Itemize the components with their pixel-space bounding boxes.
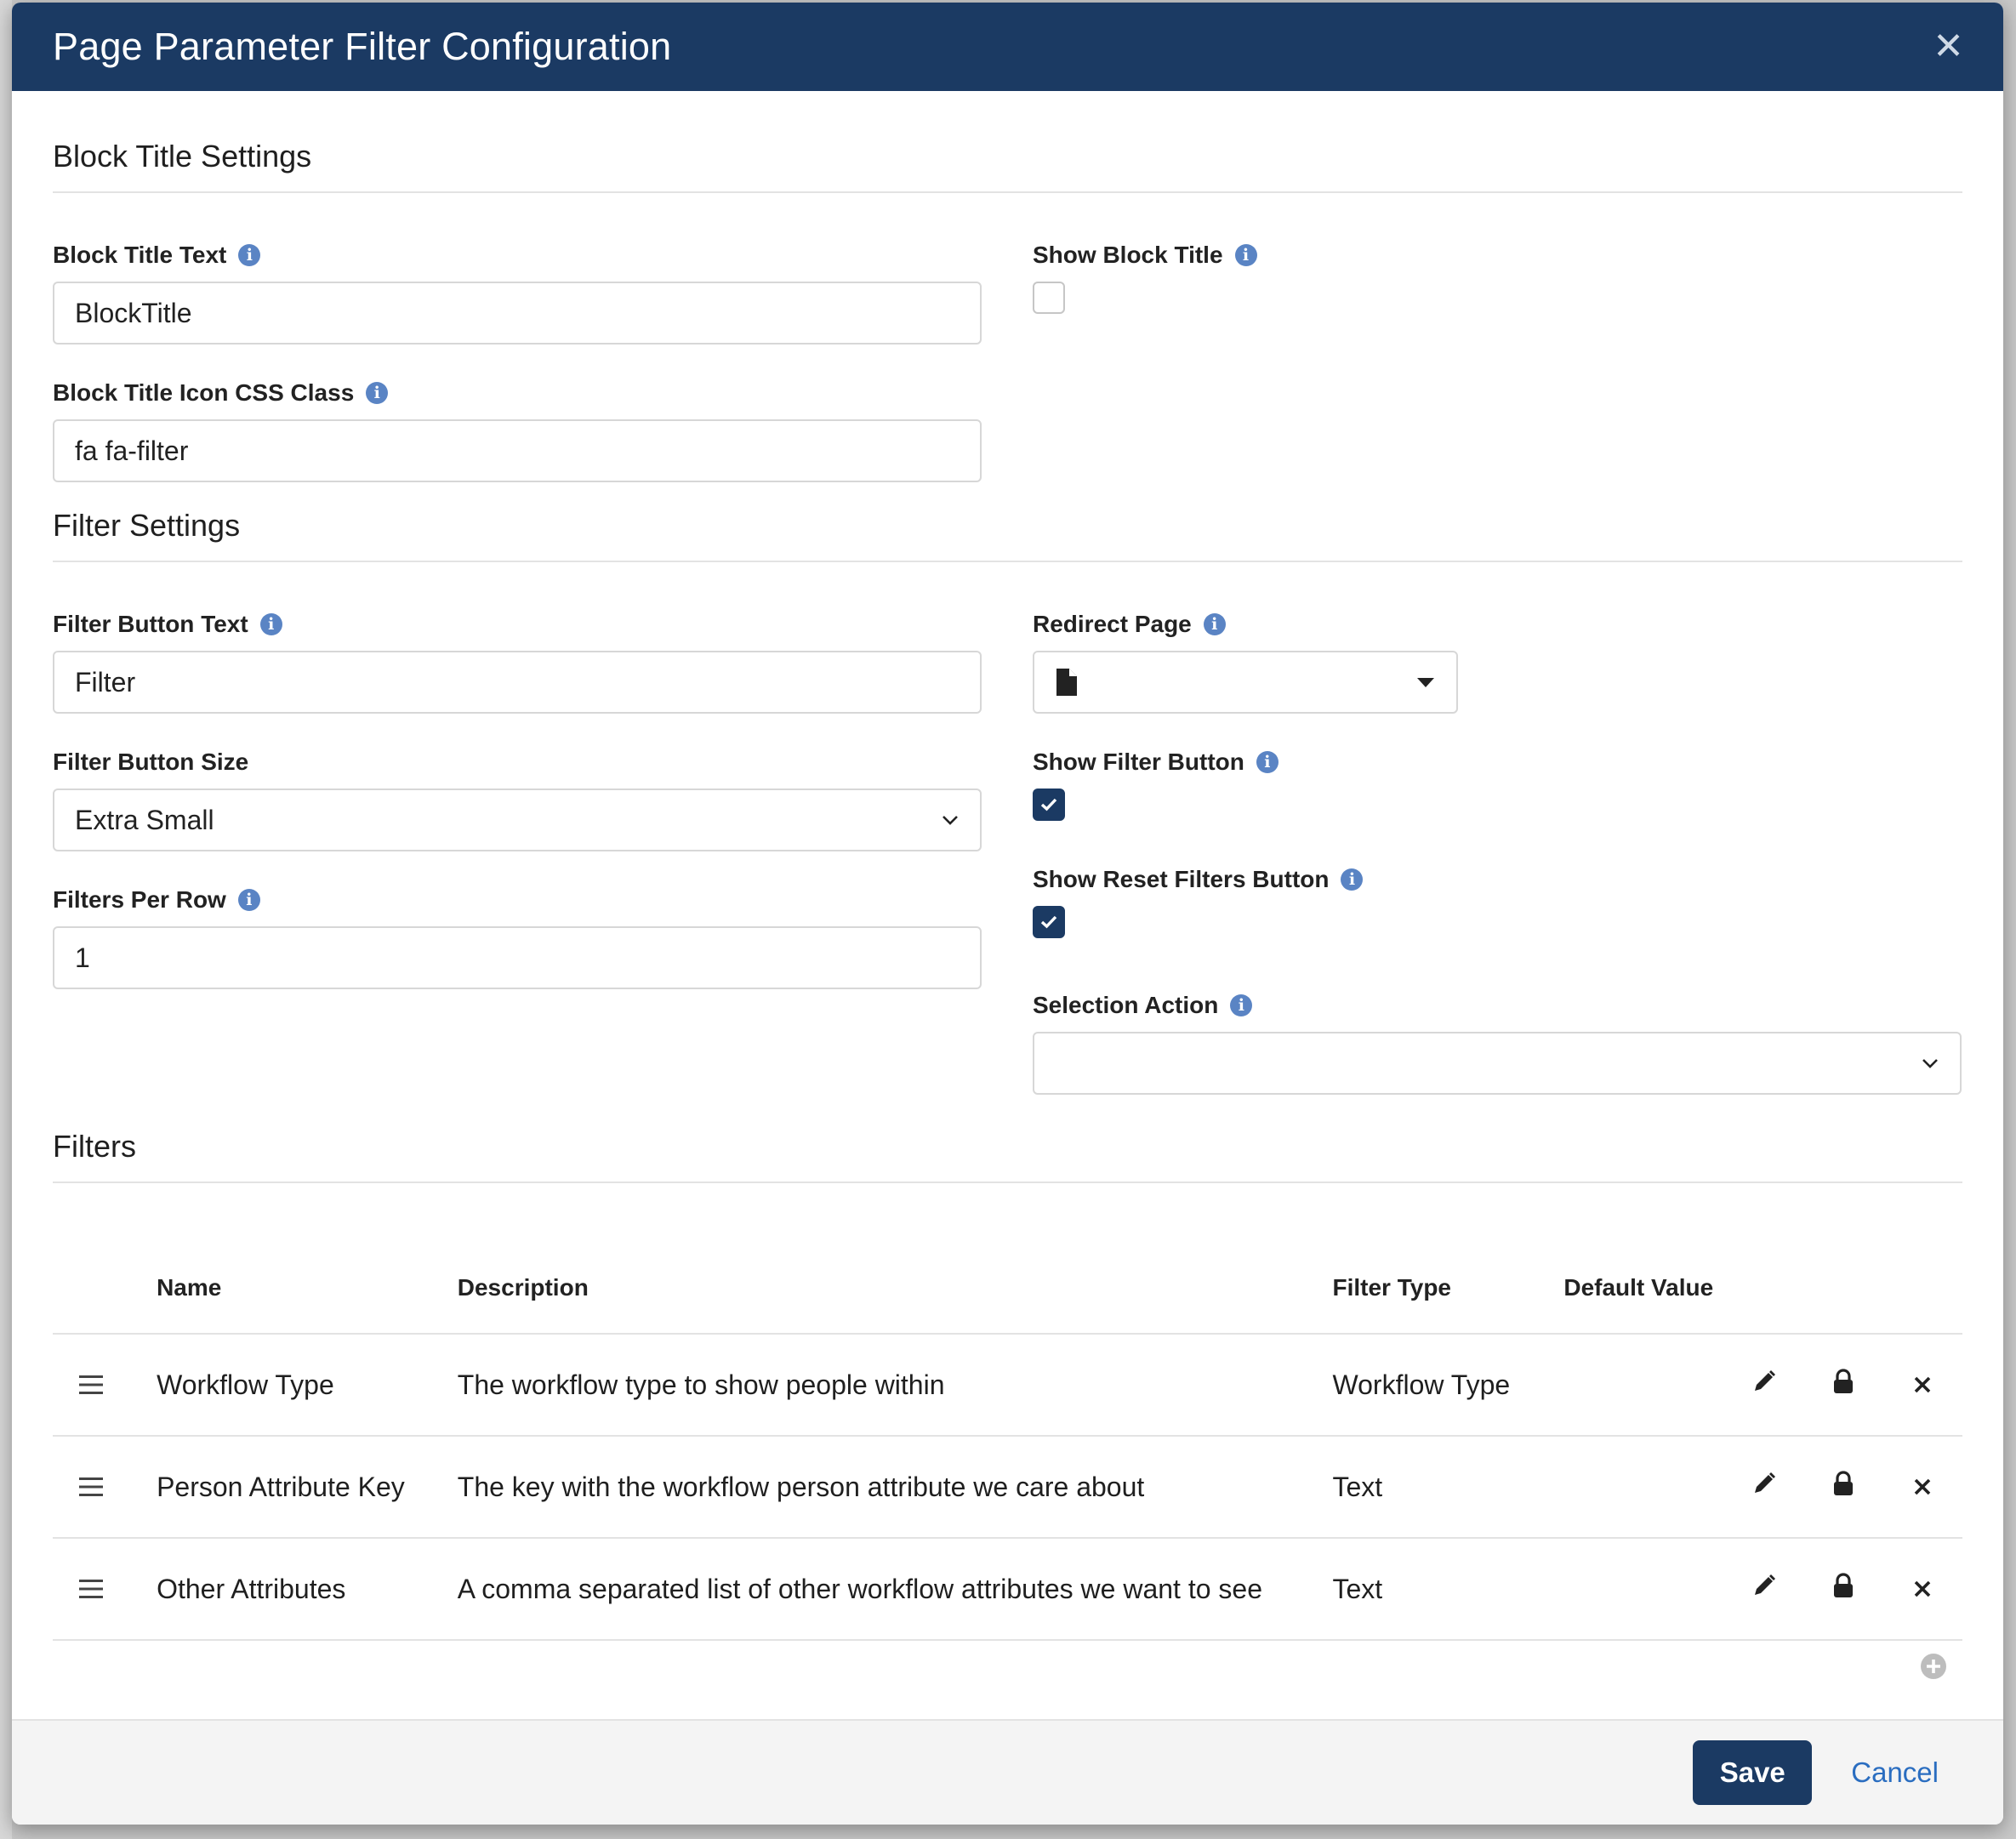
- filter-button-text-field: Filter Button Text i Filter: [53, 610, 982, 714]
- filters-per-row-input[interactable]: 1: [53, 926, 982, 989]
- info-icon[interactable]: i: [366, 382, 389, 404]
- modal-title: Page Parameter Filter Configuration: [53, 25, 672, 68]
- filters-table: Name Description Filter Type Default Val…: [53, 1243, 1962, 1641]
- delete-icon[interactable]: [1913, 1477, 1932, 1496]
- section-title-filters: Filters: [53, 1095, 1962, 1183]
- info-icon[interactable]: i: [1203, 613, 1226, 635]
- row-description: The key with the workflow person attribu…: [456, 1436, 1332, 1539]
- show-reset-label: Show Reset Filters Button: [1033, 866, 1330, 892]
- filters-per-row-field: Filters Per Row i 1: [53, 885, 982, 989]
- block-title-icon-field: Block Title Icon CSS Class i fa fa-filter: [53, 379, 982, 482]
- show-reset-checkbox[interactable]: [1033, 906, 1065, 938]
- row-name: Person Attribute Key: [156, 1436, 457, 1539]
- block-title-text-label: Block Title Text: [53, 242, 227, 268]
- info-icon[interactable]: i: [1256, 751, 1279, 773]
- show-block-title-field: Show Block Title i: [1033, 241, 1962, 314]
- row-default-value: [1563, 1538, 1725, 1641]
- col-header-description: Description: [456, 1243, 1332, 1335]
- lock-icon[interactable]: [1832, 1369, 1854, 1394]
- info-icon[interactable]: i: [238, 244, 261, 266]
- selection-action-field: Selection Action i: [1033, 991, 1962, 1095]
- row-default-value: [1563, 1436, 1725, 1539]
- filter-button-size-value: Extra Small: [75, 804, 214, 835]
- row-name: Other Attributes: [156, 1538, 457, 1641]
- section-title-filter-settings: Filter Settings: [53, 482, 1962, 562]
- add-circle-icon[interactable]: [1920, 1653, 1947, 1680]
- table-row: Other Attributes A comma separated list …: [53, 1538, 1962, 1641]
- col-header-default-value: Default Value: [1563, 1243, 1725, 1335]
- show-block-title-checkbox[interactable]: [1033, 282, 1065, 314]
- show-filter-button-checkbox[interactable]: [1033, 789, 1065, 821]
- table-row: Person Attribute Key The key with the wo…: [53, 1436, 1962, 1539]
- filter-button-size-select[interactable]: Extra Small: [53, 789, 982, 851]
- save-button[interactable]: Save: [1693, 1740, 1813, 1805]
- filter-config-modal: Page Parameter Filter Configuration ✕ Bl…: [12, 3, 2003, 1825]
- redirect-page-picker[interactable]: [1033, 651, 1458, 714]
- filters-per-row-label: Filters Per Row: [53, 886, 226, 913]
- col-header-filter-type: Filter Type: [1331, 1243, 1563, 1335]
- row-description: A comma separated list of other workflow…: [456, 1538, 1332, 1641]
- block-title-text-input[interactable]: BlockTitle: [53, 282, 982, 344]
- row-filter-type: Workflow Type: [1331, 1334, 1563, 1437]
- drag-handle-icon[interactable]: [79, 1579, 103, 1598]
- section-title-block-title: Block Title Settings: [53, 91, 1962, 193]
- chevron-down-icon: [1922, 1059, 1938, 1068]
- block-title-icon-label: Block Title Icon CSS Class: [53, 379, 355, 406]
- show-block-title-label: Show Block Title: [1033, 242, 1223, 268]
- info-icon[interactable]: i: [237, 889, 260, 911]
- row-description: The workflow type to show people within: [456, 1334, 1332, 1437]
- selection-action-select[interactable]: [1033, 1032, 1962, 1095]
- table-header-row: Name Description Filter Type Default Val…: [53, 1243, 1962, 1335]
- cancel-button[interactable]: Cancel: [1851, 1756, 1939, 1789]
- show-filter-button-field: Show Filter Button i: [1033, 748, 1962, 821]
- row-filter-type: Text: [1331, 1436, 1563, 1539]
- info-icon[interactable]: i: [259, 613, 282, 635]
- col-header-name: Name: [156, 1243, 457, 1335]
- check-icon: [1040, 798, 1057, 811]
- block-title-icon-input[interactable]: fa fa-filter: [53, 419, 982, 482]
- modal-body: Block Title Settings Block Title Text i B…: [12, 91, 2003, 1680]
- drag-handle-icon[interactable]: [79, 1375, 103, 1394]
- filter-button-text-label: Filter Button Text: [53, 611, 248, 637]
- show-filter-button-label: Show Filter Button: [1033, 749, 1244, 775]
- row-filter-type: Text: [1331, 1538, 1563, 1641]
- block-title-text-field: Block Title Text i BlockTitle: [53, 241, 982, 344]
- caret-down-icon: [1417, 677, 1434, 687]
- add-row-container: [53, 1641, 1962, 1680]
- page-backdrop: [0, 0, 12, 1839]
- filter-button-size-label: Filter Button Size: [53, 749, 249, 775]
- row-name: Workflow Type: [156, 1334, 457, 1437]
- check-icon: [1040, 915, 1057, 929]
- redirect-page-field: Redirect Page i: [1033, 610, 1962, 714]
- modal-header: Page Parameter Filter Configuration ✕: [12, 3, 2003, 91]
- pencil-icon[interactable]: [1751, 1369, 1777, 1394]
- show-reset-field: Show Reset Filters Button i: [1033, 865, 1962, 938]
- info-icon[interactable]: i: [1341, 868, 1364, 891]
- lock-icon[interactable]: [1832, 1573, 1854, 1598]
- pencil-icon[interactable]: [1751, 1573, 1777, 1598]
- info-icon[interactable]: i: [1230, 994, 1253, 1016]
- info-icon[interactable]: i: [1234, 244, 1257, 266]
- row-default-value: [1563, 1334, 1725, 1437]
- delete-icon[interactable]: [1913, 1375, 1932, 1394]
- table-row: Workflow Type The workflow type to show …: [53, 1334, 1962, 1437]
- delete-icon[interactable]: [1913, 1580, 1932, 1598]
- selection-action-label: Selection Action: [1033, 992, 1219, 1018]
- filter-button-size-field: Filter Button Size Extra Small: [53, 748, 982, 851]
- filter-button-text-input[interactable]: Filter: [53, 651, 982, 714]
- chevron-down-icon: [943, 816, 958, 825]
- close-icon[interactable]: ✕: [1933, 28, 1964, 65]
- modal-footer: Save Cancel: [12, 1719, 2003, 1825]
- redirect-page-label: Redirect Page: [1033, 611, 1192, 637]
- pencil-icon[interactable]: [1751, 1471, 1777, 1496]
- lock-icon[interactable]: [1832, 1471, 1854, 1496]
- drag-handle-icon[interactable]: [79, 1477, 103, 1496]
- file-icon: [1056, 669, 1077, 696]
